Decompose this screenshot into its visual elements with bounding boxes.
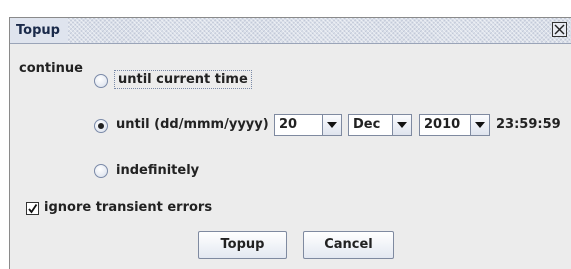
- radio-indefinitely-label: indefinitely: [116, 163, 200, 178]
- radio-until-current-time-label: until current time: [114, 70, 252, 89]
- ignore-transient-errors-box[interactable]: [26, 202, 39, 215]
- close-icon: [554, 24, 565, 35]
- day-select[interactable]: 20: [274, 114, 342, 136]
- radio-until-date-label: until (dd/mmm/yyyy): [116, 117, 269, 132]
- topup-button[interactable]: Topup: [198, 231, 287, 259]
- chevron-down-icon: [327, 122, 337, 128]
- radio-until-current-time-circle[interactable]: [94, 74, 108, 88]
- cancel-button[interactable]: Cancel: [303, 231, 394, 259]
- continue-label: continue: [19, 61, 83, 76]
- radio-until-date[interactable]: until (dd/mmm/yyyy): [94, 114, 274, 138]
- title-bar[interactable]: Topup: [10, 18, 571, 44]
- checkmark-icon: [28, 204, 38, 214]
- radio-until-current-time[interactable]: until current time: [94, 68, 264, 92]
- month-select[interactable]: Dec: [348, 114, 412, 136]
- end-time: 23:59:59: [496, 117, 561, 132]
- chevron-down-icon: [475, 122, 485, 128]
- month-dropdown-button[interactable]: [392, 115, 411, 135]
- ignore-transient-errors-checkbox[interactable]: ignore transient errors: [26, 199, 246, 219]
- radio-indefinitely[interactable]: indefinitely: [94, 161, 224, 183]
- topup-dialog: Topup continue until current time until …: [9, 17, 571, 269]
- year-value: 2010: [424, 117, 461, 132]
- year-dropdown-button[interactable]: [470, 115, 489, 135]
- ignore-transient-errors-label: ignore transient errors: [44, 200, 213, 215]
- day-dropdown-button[interactable]: [322, 115, 341, 135]
- month-value: Dec: [353, 117, 381, 132]
- day-value: 20: [279, 117, 298, 132]
- dialog-title: Topup: [10, 18, 68, 43]
- close-button[interactable]: [552, 22, 567, 37]
- radio-until-date-circle[interactable]: [94, 119, 108, 133]
- chevron-down-icon: [397, 122, 407, 128]
- radio-indefinitely-circle[interactable]: [94, 164, 108, 178]
- year-select[interactable]: 2010: [419, 114, 490, 136]
